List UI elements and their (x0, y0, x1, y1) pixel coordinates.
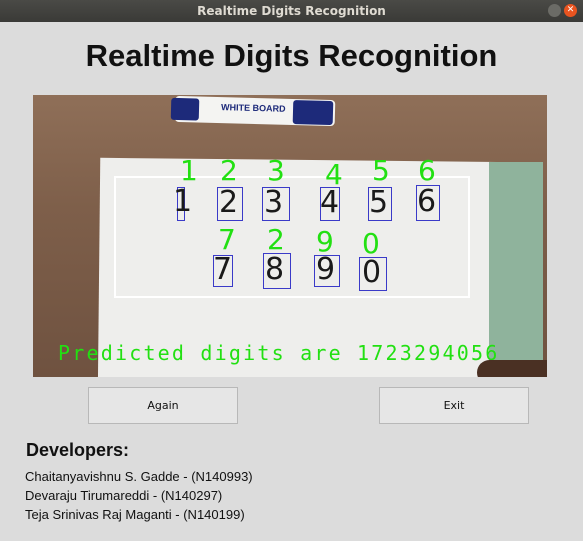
page-title: Realtime Digits Recognition (85, 38, 498, 73)
predicted-digit-label: 6 (418, 154, 436, 187)
developer-item: Devaraju Tirumareddi - (N140297) (25, 488, 223, 503)
close-icon[interactable]: ✕ (564, 4, 577, 17)
handwritten-digit: 2 (219, 185, 239, 220)
exit-button[interactable]: Exit (379, 387, 529, 424)
window-titlebar: Realtime Digits Recognition ✕ (0, 0, 583, 22)
marker-image: WHITE BOARD (170, 95, 336, 127)
marker-brand: WHITE BOARD (220, 102, 286, 114)
minimize-icon[interactable] (548, 4, 561, 17)
predicted-digit-label: 9 (316, 225, 334, 258)
handwritten-digit: 4 (320, 185, 340, 220)
handwritten-digit: 3 (264, 185, 284, 220)
camera-feed: WHITE BOARD 1 2 3 4 5 6 1 2 3 4 5 6 7 8 … (33, 95, 547, 377)
developers-heading: Developers: (26, 440, 130, 460)
developer-item: Chaitanyavishnu S. Gadde - (N140993) (25, 469, 253, 484)
handwritten-digit: 1 (173, 184, 193, 219)
handwritten-digit: 5 (369, 185, 389, 220)
predicted-digit-label: 2 (220, 154, 238, 187)
handwritten-digit: 0 (362, 255, 382, 290)
prediction-text: Predicted digits are 1723294056 (58, 341, 500, 365)
handwritten-digit: 6 (417, 184, 437, 219)
predicted-digit-label: 3 (267, 154, 285, 187)
again-button[interactable]: Again (88, 387, 238, 424)
handwritten-digit: 7 (213, 252, 233, 287)
predicted-digit-label: 4 (325, 158, 343, 191)
predicted-digit-label: 1 (180, 154, 198, 187)
predicted-digit-label: 2 (267, 223, 285, 256)
hand-shadow (477, 360, 547, 377)
handwritten-digit: 9 (316, 252, 336, 287)
developer-item: Teja Srinivas Raj Maganti - (N140199) (25, 507, 245, 522)
predicted-digit-label: 5 (372, 154, 390, 187)
handwritten-digit: 8 (265, 252, 285, 287)
window-title: Realtime Digits Recognition (197, 4, 386, 18)
predicted-digit-label: 7 (218, 223, 236, 256)
predicted-digit-label: 0 (362, 227, 380, 260)
